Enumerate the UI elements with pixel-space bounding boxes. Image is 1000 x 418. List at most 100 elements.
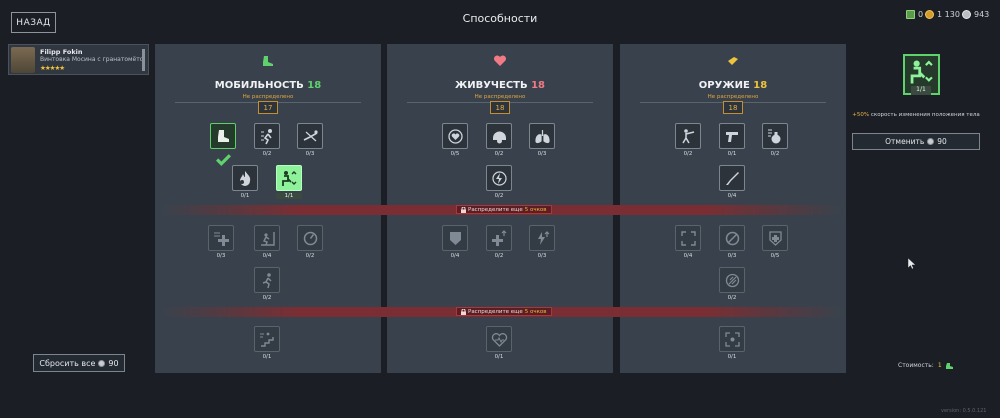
skill-count: 0/1 — [262, 354, 272, 360]
skill-no-recoil[interactable]: 0/3 — [719, 225, 745, 259]
soldier-weapon: Винтовка Мосина с гранатомётом Д — [40, 56, 144, 63]
cancel-button[interactable]: Отменить 90 — [852, 133, 980, 150]
skill-count: 0/2 — [770, 151, 780, 157]
skill-stairs[interactable]: 0/1 — [254, 326, 280, 360]
panel-unassigned-value: 18 — [723, 101, 743, 114]
panel-title: ОРУЖИЕ 18 — [620, 80, 846, 91]
silver-coin-icon — [927, 138, 935, 145]
boot-icon — [945, 362, 953, 369]
skill-count: 0/2 — [494, 193, 504, 199]
skill-max-health[interactable]: 0/2 — [486, 225, 512, 259]
panel-points: 18 — [531, 80, 546, 91]
lock-icon — [461, 308, 466, 315]
skill-energy[interactable]: 0/3 — [529, 225, 555, 259]
page-title: Способности — [462, 12, 538, 25]
skill-count: 0/1 — [727, 151, 737, 157]
skill-count: 0/2 — [262, 151, 272, 157]
no-sign-icon — [725, 231, 739, 245]
gauge-icon — [303, 231, 317, 245]
currency-gold-value: 1 130 — [937, 10, 960, 19]
skill-regen[interactable]: 0/2 — [486, 165, 512, 199]
skill-count: 0/2 — [683, 151, 693, 157]
reset-cost: 90 — [108, 358, 119, 368]
mouse-cursor-icon — [908, 258, 916, 270]
panel-unassigned-label: Не распределено — [474, 94, 526, 100]
skill-stamina[interactable]: 0/2 — [297, 225, 323, 259]
skill-fire-resist[interactable]: 0/1 — [232, 165, 258, 199]
boot-icon — [260, 54, 276, 68]
soldier-card[interactable]: Filipp Fokin Винтовка Мосина с гранатомё… — [8, 44, 149, 75]
silver-coin-icon — [962, 10, 971, 19]
panel-unassigned-label: Не распределено — [242, 94, 294, 100]
scrollbar[interactable] — [142, 49, 145, 71]
jump-icon — [260, 128, 272, 144]
run-icon — [262, 272, 272, 288]
boot-icon — [217, 129, 229, 142]
skill-ammo[interactable]: 0/2 — [719, 267, 745, 301]
skill-focus[interactable]: 0/1 — [719, 326, 745, 360]
lock-icon — [461, 206, 466, 213]
cost-value: 1 — [937, 362, 942, 369]
ammo-icon — [725, 54, 741, 68]
panel-title-text: ОРУЖИЕ — [698, 80, 750, 91]
cost-display: Стоимость: 1 — [898, 362, 953, 369]
reset-all-button[interactable]: Сбросить все 90 — [33, 354, 125, 372]
crosshair-icon — [680, 230, 696, 246]
skill-reload[interactable]: 0/1 — [719, 123, 745, 157]
soldier-avatar — [11, 47, 35, 73]
cross-plus-icon — [491, 229, 506, 246]
skill-climb[interactable]: 0/4 — [254, 225, 280, 259]
skill-jump[interactable]: 0/2 — [254, 123, 280, 157]
currency-tickets-value: 0 — [918, 10, 924, 19]
grenade-icon — [767, 129, 780, 143]
skill-helmet[interactable]: 0/2 — [486, 123, 512, 157]
heart-icon — [492, 54, 508, 68]
skill-melee[interactable]: 0/4 — [719, 165, 745, 199]
skill-speed[interactable]: 0/3 — [208, 225, 234, 259]
skill-count: 0/4 — [727, 193, 737, 199]
skill-count: 0/3 — [727, 253, 737, 259]
panel-points: 18 — [307, 80, 322, 91]
skill-crawl[interactable]: 0/3 — [297, 123, 323, 157]
skill-count: 0/1 — [494, 354, 504, 360]
lock-text: Распределите еще — [468, 308, 523, 315]
knife-icon — [725, 171, 739, 185]
skill-sprint[interactable] — [210, 123, 236, 167]
panel-title-text: МОБИЛЬНОСТЬ — [214, 80, 304, 91]
currency-tickets: 0 — [906, 10, 923, 19]
skill-count: 0/1 — [727, 354, 737, 360]
crawl-icon — [303, 129, 318, 141]
lock-amount: 5 очков — [524, 308, 547, 315]
skill-armor[interactable]: 0/4 — [442, 225, 468, 259]
skill-count: 0/3 — [216, 253, 226, 259]
stance-icon — [281, 170, 296, 186]
skill-count: 0/4 — [262, 253, 272, 259]
check-icon — [215, 154, 231, 167]
skill-aim[interactable]: 0/2 — [675, 123, 701, 157]
skill-lungs[interactable]: 0/3 — [529, 123, 555, 157]
skill-stance-change[interactable]: 1/1 — [276, 165, 302, 199]
climb-icon — [260, 231, 275, 246]
medkit-icon — [768, 230, 782, 246]
skill-run[interactable]: 0/2 — [254, 267, 280, 301]
version-label: version: 0.5.0.121 — [941, 408, 987, 414]
skill-count: 0/5 — [770, 253, 780, 259]
panel-unassigned-value: 17 — [258, 101, 278, 114]
lock-message: Распределите еще 5 очков — [456, 205, 552, 214]
skill-health[interactable]: 0/5 — [442, 123, 468, 157]
stance-icon — [910, 60, 933, 84]
skill-grenade[interactable]: 0/2 — [762, 123, 788, 157]
gold-coin-icon — [925, 10, 934, 19]
panel-unassigned-label: Не распределено — [707, 94, 759, 100]
aiming-soldier-icon — [681, 128, 694, 143]
skill-count: 0/3 — [537, 151, 547, 157]
skill-accuracy[interactable]: 0/4 — [675, 225, 701, 259]
skill-count: 0/5 — [450, 151, 460, 157]
desc-highlight: +50% — [852, 112, 870, 118]
desc-text: скорость изменения положения тела — [870, 112, 980, 118]
cancel-label: Отменить — [885, 137, 925, 146]
panel-points: 18 — [753, 80, 768, 91]
skill-revive[interactable]: 0/1 — [486, 326, 512, 360]
focus-icon — [724, 331, 740, 347]
skill-medkit[interactable]: 0/5 — [762, 225, 788, 259]
